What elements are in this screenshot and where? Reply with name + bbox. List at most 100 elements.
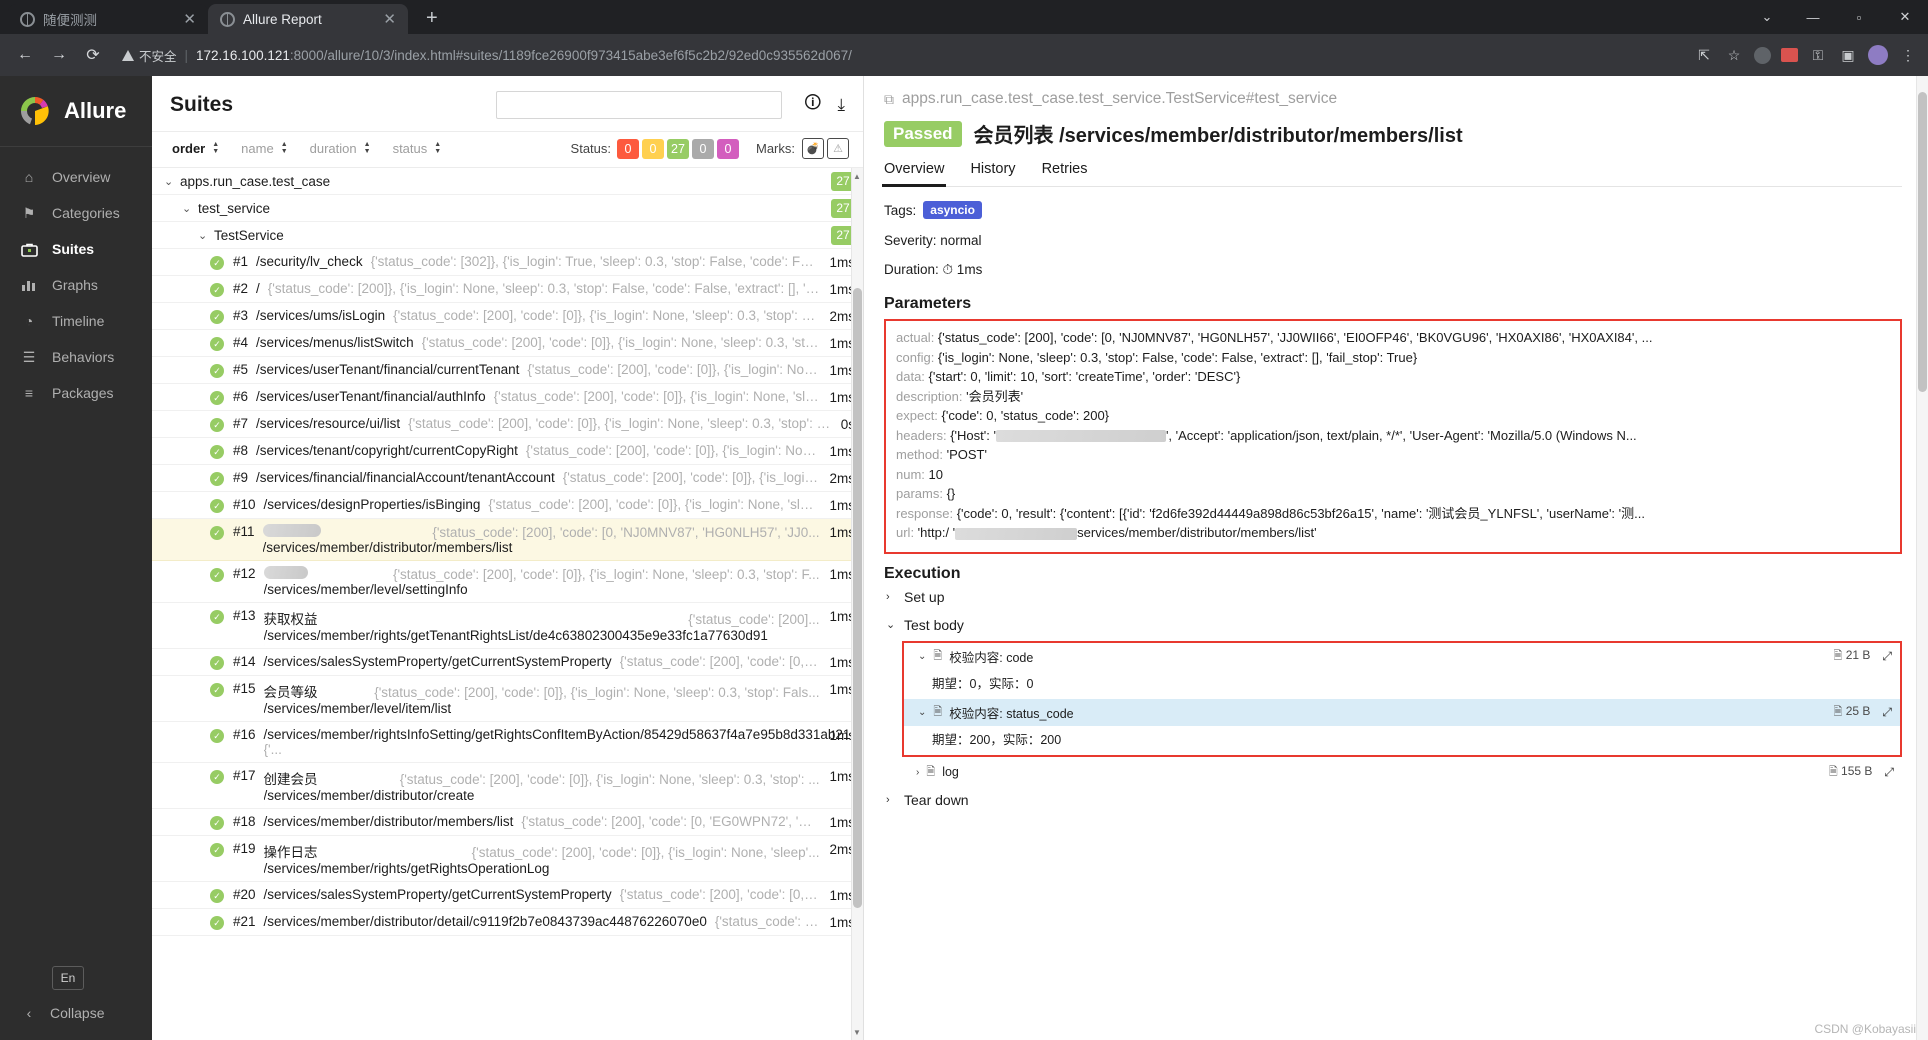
test-case-row[interactable]: ✓ #15 会员等级 {'status_code': [200], 'code': [… bbox=[152, 676, 863, 722]
test-case-row[interactable]: ✓ #14/services/salesSystemProperty/getCur… bbox=[152, 649, 863, 676]
download-icon[interactable]: ⤓ bbox=[837, 95, 845, 115]
maximize-button[interactable]: ▫ bbox=[1836, 0, 1882, 34]
expand-icon[interactable]: ⤢ bbox=[1882, 649, 1892, 664]
status-badge-skipped[interactable]: 0 bbox=[692, 138, 714, 159]
status-badge-passed[interactable]: 27 bbox=[667, 138, 689, 159]
puzzle-icon[interactable]: ⚿ bbox=[1808, 45, 1828, 65]
bomb-icon[interactable]: 💣 bbox=[802, 138, 824, 159]
sidebar-item-label: Behaviors bbox=[52, 349, 115, 365]
new-tab-button[interactable]: + bbox=[418, 7, 446, 30]
flaky-warning-icon[interactable]: ⚠ bbox=[827, 138, 849, 159]
parameter-value: {'start': 0, 'limit': 10, 'sort': 'creat… bbox=[928, 369, 1241, 384]
test-case-row[interactable]: ✓ #9/services/financial/financialAccount/… bbox=[152, 465, 863, 492]
sidebar-item-graphs[interactable]: Graphs bbox=[0, 267, 152, 303]
test-case-row[interactable]: ✓ #4/services/menus/listSwitch {'status_co… bbox=[152, 330, 863, 357]
details-scrollbar[interactable] bbox=[1916, 76, 1928, 1040]
tab-history[interactable]: History bbox=[970, 161, 1015, 186]
reload-icon[interactable]: ⟳ bbox=[78, 40, 108, 70]
status-badge-unknown[interactable]: 0 bbox=[717, 138, 739, 159]
sidebar-item-packages[interactable]: ≡ Packages bbox=[0, 375, 152, 411]
test-case-row[interactable]: ✓ #2 / {'status_code': [200]}, {'is_login':… bbox=[152, 276, 863, 303]
test-case-row[interactable]: ✓ #21/services/member/distributor/detail/… bbox=[152, 909, 863, 936]
sort-order[interactable]: order ▲ ▼ bbox=[172, 141, 219, 156]
chevron-down-icon[interactable]: ⌄ bbox=[1744, 0, 1790, 34]
info-icon[interactable]: 🛈 bbox=[804, 90, 821, 119]
copy-icon[interactable]: ⧉ bbox=[884, 91, 894, 108]
test-row-body: /services/menus/listSwitch {'status_code'… bbox=[256, 335, 819, 350]
share-icon[interactable]: ⇱ bbox=[1694, 45, 1714, 65]
test-case-row[interactable]: ✓ #16/services/member/rightsInfoSetting/g… bbox=[152, 722, 863, 763]
tag-badge[interactable]: asyncio bbox=[923, 201, 982, 219]
tree-group-row[interactable]: ⌄ test_service 27 bbox=[152, 195, 863, 222]
expand-icon[interactable]: ⤢ bbox=[1884, 765, 1894, 780]
sidebar-item-overview[interactable]: ⌂ Overview bbox=[0, 159, 152, 195]
test-case-row[interactable]: ✓ #17 创建会员 {'status_code': [200], 'code': [… bbox=[152, 763, 863, 809]
sort-status[interactable]: status ▲ ▼ bbox=[393, 141, 442, 156]
step-row[interactable]: ⌄ 🗎 校验内容: status_code 🗎 25 B ⤢ bbox=[904, 698, 1900, 726]
sidebar-item-categories[interactable]: ⚑ Categories bbox=[0, 195, 152, 231]
sidebar-item-timeline[interactable]: ◔ Timeline bbox=[0, 303, 152, 339]
search-input[interactable] bbox=[496, 90, 783, 119]
close-icon[interactable]: ✕ bbox=[381, 12, 398, 27]
test-case-row[interactable]: ✓ #18/services/member/distributor/members… bbox=[152, 809, 863, 836]
sort-duration[interactable]: duration ▲ ▼ bbox=[310, 141, 371, 156]
close-icon[interactable]: ✕ bbox=[181, 12, 198, 27]
test-row-body: 会员等级 {'status_code': [200], 'code': [0]},… bbox=[264, 681, 820, 716]
scroll-down-icon[interactable]: ▼ bbox=[852, 1026, 862, 1038]
step-row[interactable]: ⌄ 🗎 校验内容: code 🗎 21 B ⤢ bbox=[904, 643, 1900, 670]
more-menu-icon[interactable]: ⋮ bbox=[1898, 45, 1918, 65]
sidebar-item-suites[interactable]: Suites bbox=[0, 231, 152, 267]
test-order-number: #21 bbox=[233, 914, 256, 929]
test-case-row[interactable]: ✓ #5/services/userTenant/financial/curren… bbox=[152, 357, 863, 384]
test-case-row[interactable]: ✓ #7/services/resource/ui/list {'status_co… bbox=[152, 411, 863, 438]
suites-scrollbar[interactable]: ▲ ▼ bbox=[851, 168, 863, 1040]
test-case-row[interactable]: ✓ #20/services/salesSystemProperty/getCur… bbox=[152, 882, 863, 909]
extension-red-icon[interactable] bbox=[1781, 48, 1798, 62]
test-case-row[interactable]: ✓ #11 {'status_code': [200], 'code': [0, '… bbox=[152, 519, 863, 561]
not-secure-indicator[interactable]: 不安全 bbox=[122, 46, 177, 65]
test-case-row[interactable]: ✓ #19 操作日志 {'status_code': [200], 'code': [… bbox=[152, 836, 863, 882]
tab-retries[interactable]: Retries bbox=[1042, 161, 1088, 186]
minimize-button[interactable]: — bbox=[1790, 0, 1836, 34]
breadcrumb-label: apps.run_case.test_case.test_service.Tes… bbox=[902, 90, 1338, 107]
scrollbar-thumb[interactable] bbox=[853, 288, 862, 908]
brand-row[interactable]: Allure bbox=[0, 76, 152, 147]
sort-name[interactable]: name ▲ ▼ bbox=[241, 141, 287, 156]
collapse-button[interactable]: ‹ Collapse bbox=[0, 1004, 152, 1022]
test-case-row[interactable]: ✓ #1/security/lv_check {'status_code': [30… bbox=[152, 249, 863, 276]
test-case-row[interactable]: ✓ #3/services/ums/isLogin {'status_code': … bbox=[152, 303, 863, 330]
url-bar[interactable]: 不安全 | 172.16.100.121:8000/allure/10/3/in… bbox=[118, 41, 1680, 69]
test-case-row[interactable]: ✓ #13 获取权益 {'status_code': [200].../service… bbox=[152, 603, 863, 649]
status-badge-failed[interactable]: 0 bbox=[617, 138, 639, 159]
sidepanel-icon[interactable]: ▣ bbox=[1838, 45, 1858, 65]
expand-icon[interactable]: ⤢ bbox=[1882, 705, 1892, 720]
test-case-row[interactable]: ✓ #12 {'status_code': [200], 'code': [0]},… bbox=[152, 561, 863, 603]
language-toggle[interactable]: En bbox=[52, 966, 84, 990]
browser-tab-1[interactable]: Allure Report ✕ bbox=[208, 4, 408, 34]
test-case-row[interactable]: ✓ #6/services/userTenant/financial/authIn… bbox=[152, 384, 863, 411]
test-body-section[interactable]: ⌄ Test body bbox=[884, 611, 1902, 639]
test-case-row[interactable]: ✓ #10/services/designProperties/isBinging… bbox=[152, 492, 863, 519]
sidebar-item-label: Timeline bbox=[52, 313, 105, 329]
back-icon[interactable]: ← bbox=[10, 40, 40, 70]
tree-group-row[interactable]: ⌄ apps.run_case.test_case 27 bbox=[152, 168, 863, 195]
status-badge-broken[interactable]: 0 bbox=[642, 138, 664, 159]
test-case-row[interactable]: ✓ #8/services/tenant/copyright/currentCop… bbox=[152, 438, 863, 465]
log-step-row[interactable]: › 🗎 log 🗎 155 B ⤢ bbox=[884, 759, 1902, 786]
sidebar-item-behaviors[interactable]: ☰ Behaviors bbox=[0, 339, 152, 375]
profile-avatar-icon[interactable] bbox=[1868, 45, 1888, 65]
star-icon[interactable]: ☆ bbox=[1724, 45, 1744, 65]
step-detail: 期望：200，实际：200 bbox=[932, 732, 1062, 747]
test-order-number: #10 bbox=[233, 497, 256, 512]
scroll-up-icon[interactable]: ▲ bbox=[852, 170, 862, 182]
details-tabs: Overview History Retries bbox=[881, 161, 1902, 187]
tab-overview[interactable]: Overview bbox=[881, 161, 947, 187]
window-close-button[interactable]: ✕ bbox=[1882, 0, 1928, 34]
setup-section[interactable]: › Set up bbox=[884, 583, 1902, 611]
forward-icon[interactable]: → bbox=[44, 40, 74, 70]
tear-down-section[interactable]: › Tear down bbox=[884, 786, 1902, 814]
tree-group-row[interactable]: ⌄ TestService 27 bbox=[152, 222, 863, 249]
scrollbar-thumb[interactable] bbox=[1918, 92, 1927, 392]
browser-tab-0[interactable]: 随便测测 ✕ bbox=[8, 4, 208, 34]
extension-circle-icon[interactable] bbox=[1754, 46, 1771, 64]
